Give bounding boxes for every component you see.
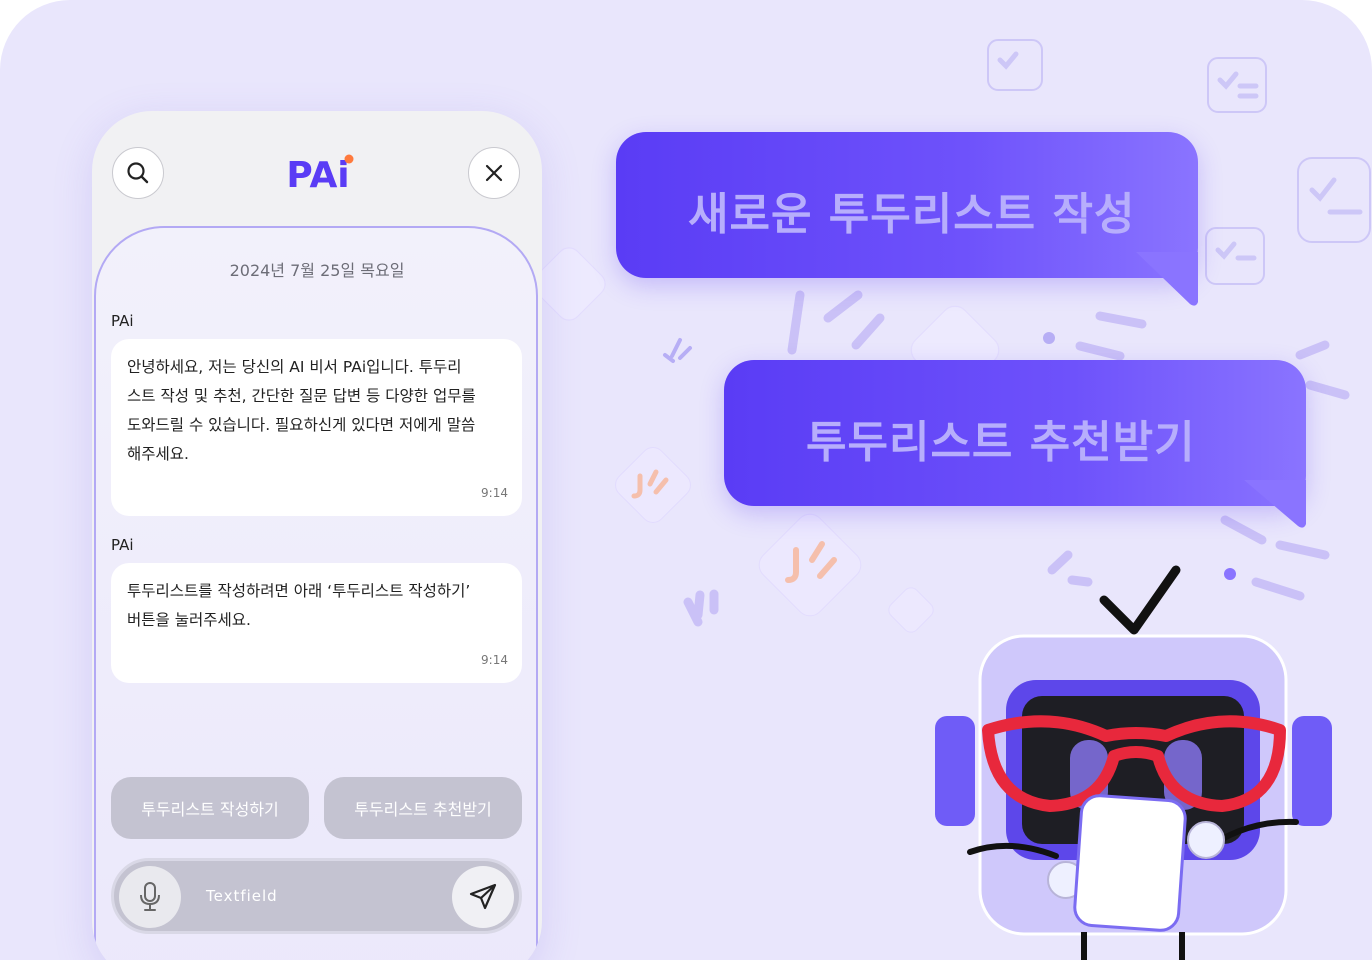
message-sender: PAi bbox=[111, 312, 134, 330]
check-mark bbox=[1215, 241, 1257, 261]
checklist-badge bbox=[615, 447, 691, 523]
robot-ear-left bbox=[935, 716, 975, 826]
chat-message: 안녕하세요, 저는 당신의 AI 비서 PAi입니다. 투두리 스트 작성 및 … bbox=[111, 339, 522, 516]
bubble-tail bbox=[1136, 252, 1198, 306]
decor-stroke bbox=[1305, 380, 1350, 400]
search-icon bbox=[127, 162, 149, 184]
message-line: 투두리스트를 작성하려면 아래 ‘투두리스트 작성하기’ bbox=[127, 582, 471, 600]
promo-text-recommend: 투두리스트 추천받기 bbox=[806, 417, 1196, 468]
decor-dot bbox=[1043, 332, 1055, 344]
message-input[interactable]: Textfield bbox=[206, 887, 278, 905]
microphone-icon bbox=[140, 882, 160, 911]
message-line: 도와드릴 수 있습니다. 필요하신게 있다면 저에게 말씀 bbox=[127, 416, 476, 434]
pai-logo: PAi bbox=[286, 154, 354, 195]
message-sender: PAi bbox=[111, 536, 134, 554]
microphone-button[interactable] bbox=[119, 866, 181, 928]
svg-text:PAi: PAi bbox=[286, 155, 349, 195]
robot-ear-right bbox=[1292, 716, 1332, 826]
check-icon bbox=[1099, 565, 1181, 635]
close-icon bbox=[485, 164, 503, 182]
decor-stroke bbox=[1075, 341, 1125, 361]
checklist-icon bbox=[987, 39, 1043, 91]
decor-stroke bbox=[787, 290, 805, 355]
message-line: 버튼을 눌러주세요. bbox=[127, 611, 251, 629]
checklist-badge bbox=[888, 587, 934, 633]
message-time: 9:14 bbox=[481, 653, 508, 667]
promo-text-write: 새로운 투두리스트 작성 bbox=[688, 189, 1136, 240]
message-line: 안녕하세요, 저는 당신의 AI 비서 PAi입니다. 투두리 bbox=[127, 358, 462, 376]
chat-date: 2024년 7월 25일 목요일 bbox=[229, 261, 405, 280]
checklist-icon bbox=[1297, 157, 1371, 243]
chat-message: 투두리스트를 작성하려면 아래 ‘투두리스트 작성하기’ 버튼을 눌러주세요. … bbox=[111, 563, 522, 683]
decor-stroke bbox=[851, 313, 885, 350]
robot-mascot bbox=[935, 565, 1332, 960]
message-time: 9:14 bbox=[481, 486, 508, 500]
decor-stroke bbox=[693, 590, 705, 620]
message-input-bar: Textfield bbox=[111, 858, 522, 934]
decor-stroke bbox=[1295, 340, 1330, 360]
decor-stroke bbox=[1095, 311, 1147, 329]
decor-stroke bbox=[1275, 540, 1330, 560]
tablet-icon bbox=[1073, 794, 1187, 932]
close-button[interactable] bbox=[468, 147, 520, 199]
message-line: 해주세요. bbox=[127, 445, 189, 463]
phone-mockup: PAi 2024년 7월 25일 목요일 PAi 안녕하세요, 저는 당신의 A… bbox=[92, 111, 542, 960]
app-header: PAi bbox=[92, 111, 542, 231]
promo-canvas: PAi 2024년 7월 25일 목요일 PAi 안녕하세요, 저는 당신의 A… bbox=[0, 0, 1372, 960]
send-icon bbox=[469, 883, 497, 910]
checklist-badge bbox=[758, 513, 862, 617]
decor-stroke bbox=[663, 338, 692, 363]
check-mark bbox=[1309, 177, 1363, 215]
recommend-todo-button[interactable]: 투두리스트 추천받기 bbox=[324, 777, 522, 839]
write-todo-button[interactable]: 투두리스트 작성하기 bbox=[111, 777, 309, 839]
decor-stroke bbox=[823, 290, 863, 323]
check-mark bbox=[997, 51, 1019, 70]
search-button[interactable] bbox=[112, 147, 164, 199]
bubble-tail bbox=[1244, 480, 1306, 528]
check-mark bbox=[1217, 71, 1259, 99]
robot-hand-right bbox=[1187, 821, 1225, 859]
message-line: 스트 작성 및 추천, 간단한 질문 답변 등 다양한 업무를 bbox=[127, 387, 476, 405]
send-button[interactable] bbox=[452, 866, 514, 928]
